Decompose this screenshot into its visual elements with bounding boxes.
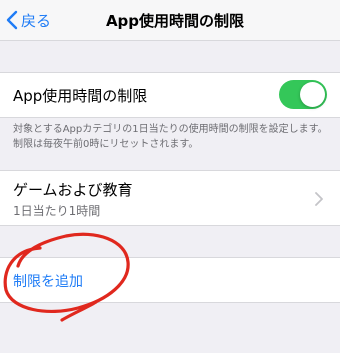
limits-description: 対象とするAppカテゴリの1日当たりの使用時間の制限を設定します。制限は毎夜午前…: [13, 124, 328, 150]
add-limit-row[interactable]: 制限を追加: [0, 257, 340, 303]
category-limit-duration: 1日当たり1時間: [13, 204, 101, 218]
category-title: ゲームおよび教育: [13, 181, 133, 199]
navigation-bar: 戻る App使用時間の制限: [0, 0, 340, 41]
app-limits-row: App使用時間の制限: [0, 72, 340, 118]
chevron-right-icon: [315, 191, 323, 210]
add-limit-button[interactable]: 制限を追加: [13, 271, 83, 291]
app-limits-toggle[interactable]: [279, 80, 327, 109]
app-limits-label: App使用時間の制限: [13, 87, 148, 105]
page-title: App使用時間の制限: [105, 12, 245, 30]
back-button[interactable]: 戻る: [6, 8, 51, 32]
chevron-left-icon: [6, 10, 18, 30]
category-limit-row[interactable]: ゲームおよび教育 1日当たり1時間: [0, 170, 340, 226]
toggle-knob: [300, 82, 325, 107]
back-label: 戻る: [21, 11, 52, 30]
